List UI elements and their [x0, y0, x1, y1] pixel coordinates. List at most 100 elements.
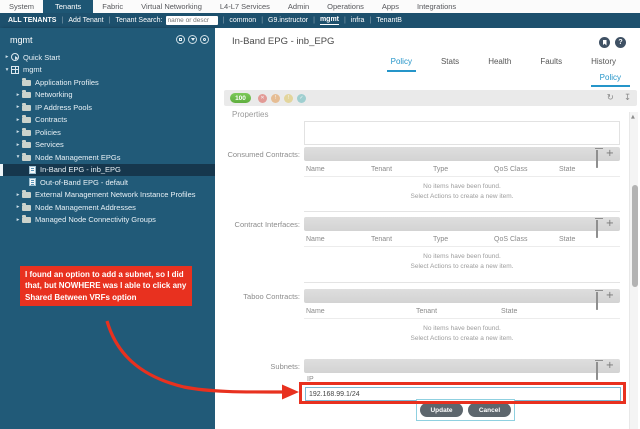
add-icon[interactable]: +: [606, 149, 614, 159]
vertical-scrollbar[interactable]: ▲: [629, 112, 638, 429]
menu-system[interactable]: System: [0, 0, 43, 13]
separator: |: [344, 17, 346, 24]
folder-icon: [22, 192, 31, 198]
menu-integrations[interactable]: Integrations: [408, 0, 465, 13]
help-icon[interactable]: ?: [615, 37, 626, 48]
tenant-search-input[interactable]: [166, 16, 218, 25]
sidebar-item-ip-address-pools[interactable]: ▸ IP Address Pools: [0, 101, 215, 114]
tenant-g9-instructor[interactable]: G9.instructor: [268, 17, 308, 24]
chevron-down-icon[interactable]: ▾: [14, 154, 22, 160]
tab-stats[interactable]: Stats: [437, 55, 463, 72]
page-title: In-Band EPG - inb_EPG: [232, 36, 334, 47]
delete-icon[interactable]: [596, 150, 598, 168]
scrollbar-thumb[interactable]: [632, 185, 638, 287]
delete-icon[interactable]: [596, 362, 598, 380]
tenant-mgmt[interactable]: mgmt: [320, 16, 339, 25]
options-icon[interactable]: [200, 35, 209, 44]
menu-admin[interactable]: Admin: [279, 0, 318, 13]
subtab-bar: Policy: [591, 73, 630, 82]
chevron-down-icon[interactable]: ▾: [3, 67, 11, 73]
sidebar-item-in-band-epg[interactable]: In-Band EPG - inb_EPG: [0, 164, 215, 177]
tab-health[interactable]: Health: [484, 55, 515, 72]
folder-icon: [22, 142, 31, 148]
major-fault-icon: !: [271, 94, 280, 103]
subnets-label: Subnets:: [222, 362, 300, 371]
add-icon[interactable]: +: [606, 361, 614, 371]
update-button[interactable]: Update: [420, 403, 463, 417]
menu-virtual-networking[interactable]: Virtual Networking: [132, 0, 211, 13]
chevron-right-icon[interactable]: ▸: [14, 192, 22, 198]
delete-icon[interactable]: [596, 220, 598, 238]
tab-bar: Policy Stats Health Faults History: [215, 55, 628, 72]
folder-icon: [22, 130, 31, 136]
navigation-tree: ▸ Quick Start ▾ mgmt Application Profile…: [0, 51, 215, 226]
add-icon[interactable]: +: [606, 219, 614, 229]
all-tenants-link[interactable]: ALL TENANTS: [8, 17, 56, 24]
menu-tenants[interactable]: Tenants: [43, 0, 93, 13]
separator: |: [369, 17, 371, 24]
chevron-right-icon[interactable]: ▸: [14, 92, 22, 98]
tenant-tenantb[interactable]: TenantB: [376, 17, 402, 24]
add-tenant-link[interactable]: Add Tenant: [68, 17, 103, 24]
subnets-toolbar: +: [304, 359, 620, 373]
chevron-right-icon[interactable]: ▸: [14, 204, 22, 210]
separator: |: [313, 17, 315, 24]
sidebar-item-node-management-addresses[interactable]: ▸ Node Management Addresses: [0, 201, 215, 214]
chevron-right-icon[interactable]: ▸: [14, 104, 22, 110]
sidebar-item-node-management-epgs[interactable]: ▾ Node Management EPGs: [0, 151, 215, 164]
folder-icon: [22, 117, 31, 123]
menu-fabric[interactable]: Fabric: [93, 0, 132, 13]
separator: |: [109, 17, 111, 24]
download-icon[interactable]: ↧: [624, 94, 631, 103]
sidebar-item-contracts[interactable]: ▸ Contracts: [0, 114, 215, 127]
tenant-common[interactable]: common: [229, 17, 256, 24]
health-toolbar: 100 ✕ ! ! ✓ ↻ ↧: [224, 90, 637, 106]
menu-l4-l7-services[interactable]: L4-L7 Services: [211, 0, 279, 13]
content-area: In-Band EPG - inb_EPG ? Policy Stats Hea…: [215, 28, 640, 429]
scroll-up-icon[interactable]: ▲: [631, 114, 635, 120]
sidebar-item-application-profiles[interactable]: Application Profiles: [0, 76, 215, 89]
tenant-bar: ALL TENANTS | Add Tenant | Tenant Search…: [0, 13, 640, 28]
tab-policy[interactable]: Policy: [387, 55, 416, 72]
chevron-right-icon[interactable]: ▸: [14, 217, 22, 223]
sidebar-item-out-of-band-epg[interactable]: Out-of-Band EPG - default: [0, 176, 215, 189]
bookmark-icon[interactable]: [599, 37, 610, 48]
chevron-right-icon[interactable]: ▸: [14, 129, 22, 135]
annotation-note: I found an option to add a subnet, so I …: [20, 266, 192, 306]
taboo-contracts-label: Taboo Contracts:: [222, 292, 300, 301]
sidebar-item-quick-start[interactable]: ▸ Quick Start: [0, 51, 215, 64]
cancel-button[interactable]: Cancel: [468, 403, 511, 417]
folder-icon: [22, 205, 31, 211]
menu-apps[interactable]: Apps: [373, 0, 408, 13]
sidebar-item-managed-node-connectivity-groups[interactable]: ▸ Managed Node Connectivity Groups: [0, 214, 215, 227]
delete-icon[interactable]: [596, 292, 598, 310]
consumed-contracts-headers: Name Tenant Type QoS Class State: [304, 165, 620, 177]
expand-collapse-icon[interactable]: [176, 35, 185, 44]
folder-icon: [22, 105, 31, 111]
add-icon[interactable]: +: [606, 291, 614, 301]
subtab-policy[interactable]: Policy: [591, 72, 630, 87]
consumed-contracts-label: Consumed Contracts:: [222, 150, 300, 159]
filter-icon[interactable]: [188, 35, 197, 44]
tab-history[interactable]: History: [587, 55, 620, 72]
sidebar-item-policies[interactable]: ▸ Policies: [0, 126, 215, 139]
menu-operations[interactable]: Operations: [318, 0, 373, 13]
chevron-right-icon[interactable]: ▸: [14, 117, 22, 123]
chevron-right-icon[interactable]: ▸: [14, 142, 22, 148]
separator: |: [61, 17, 63, 24]
sidebar-item-networking[interactable]: ▸ Networking: [0, 89, 215, 102]
chevron-right-icon[interactable]: ▸: [3, 54, 11, 60]
sidebar-item-services[interactable]: ▸ Services: [0, 139, 215, 152]
refresh-icon[interactable]: ↻: [607, 94, 614, 103]
sidebar-item-external-management-network-instance-profiles[interactable]: ▸ External Management Network Instance P…: [0, 189, 215, 202]
contract-interfaces-headers: Name Tenant Type QoS Class State: [304, 235, 620, 247]
top-menu-bar: System Tenants Fabric Virtual Networking…: [0, 0, 640, 13]
apic-window: System Tenants Fabric Virtual Networking…: [0, 0, 640, 429]
empty-state: No items have been found. Select Actions…: [304, 182, 620, 202]
tab-faults[interactable]: Faults: [536, 55, 566, 72]
tenant-infra[interactable]: infra: [351, 17, 365, 24]
navigation-sidebar: mgmt ▸ Quick Start ▾ mgmt Application: [0, 28, 215, 429]
taboo-contracts-headers: Name Tenant State: [304, 307, 620, 319]
section-divider: [304, 211, 620, 212]
sidebar-item-mgmt-tenant[interactable]: ▾ mgmt: [0, 64, 215, 77]
